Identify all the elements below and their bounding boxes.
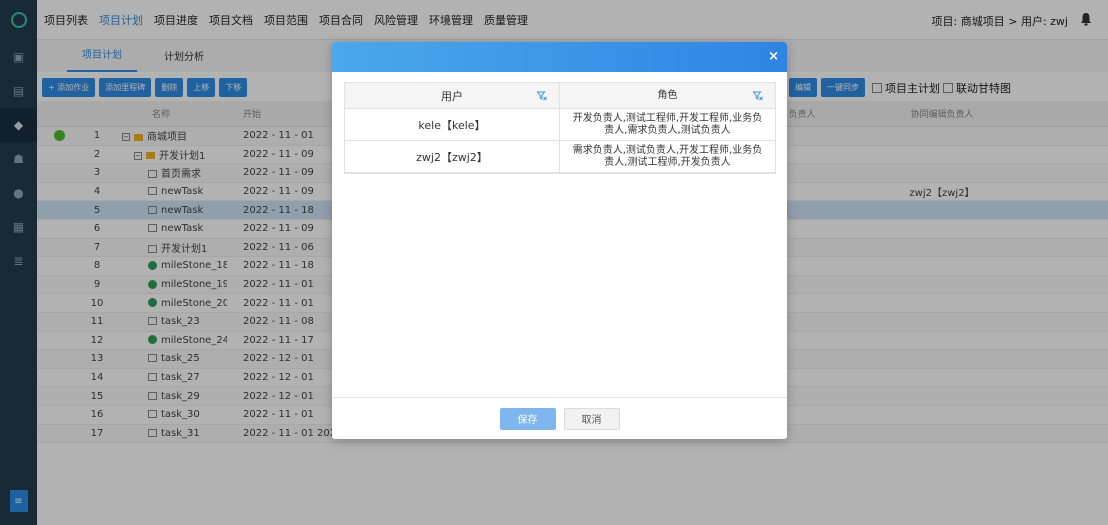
role-cell: 开发负责人,测试工程师,开发工程师,业务负责人,需求负责人,测试负责人 [572, 112, 763, 136]
user-cell: kele【kele】 [345, 109, 560, 140]
save-button[interactable]: 保存 [499, 407, 556, 430]
table-row[interactable]: zwj2【zwj2】 需求负责人,测试负责人,开发工程师,业务负责人,测试工程师… [345, 141, 775, 173]
user-role-modal: × 用户 角色 kele【kele】 开发负责人,测试工程师,开发工程师,业务负… [332, 42, 787, 439]
modal-header: × [332, 42, 787, 72]
table-row[interactable]: kele【kele】 开发负责人,测试工程师,开发工程师,业务负责人,需求负责人… [345, 109, 775, 141]
role-cell: 需求负责人,测试负责人,开发工程师,业务负责人,测试工程师,开发负责人 [572, 144, 763, 168]
cancel-button[interactable]: 取消 [563, 407, 620, 430]
header-user: 用户 [440, 89, 463, 103]
user-cell: zwj2【zwj2】 [345, 141, 560, 172]
modal-footer: 保存 取消 [332, 397, 787, 439]
filter-icon[interactable] [753, 91, 763, 101]
header-role: 角色 [657, 89, 678, 101]
user-role-table-header: 用户 角色 [345, 83, 775, 109]
filter-icon[interactable] [536, 91, 547, 101]
close-icon[interactable]: × [768, 50, 779, 63]
user-role-table: 用户 角色 kele【kele】 开发负责人,测试工程师,开发工程师,业务负责人… [344, 82, 776, 174]
